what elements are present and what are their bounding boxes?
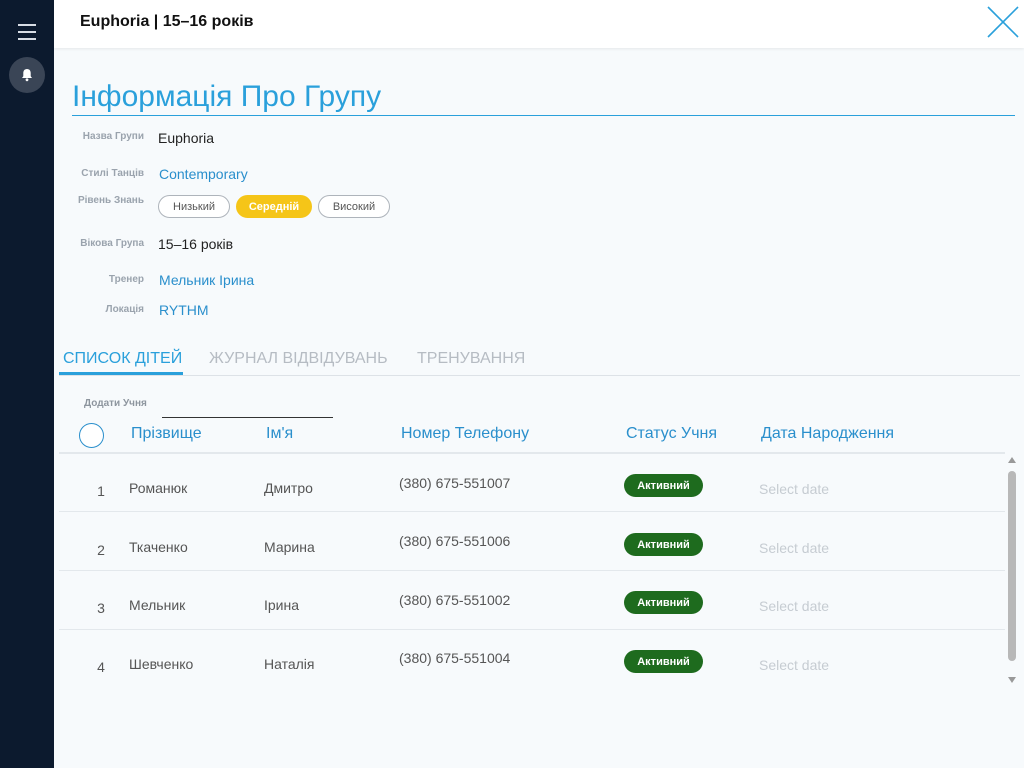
dance-styles-label: Стилі Танців	[81, 168, 144, 179]
name-cell: Наталія	[264, 656, 315, 672]
scroll-up-arrow-icon[interactable]	[1008, 457, 1016, 463]
age-group-value: 15–16 років	[158, 236, 234, 252]
name-cell: Дмитро	[264, 480, 313, 496]
scroll-thumb[interactable]	[1008, 471, 1016, 661]
column-header-name: Ім'я	[266, 425, 294, 442]
group-name-label: Назва Групи	[82, 131, 144, 142]
level-label: Рівень Знань	[77, 195, 144, 206]
phone-cell: (380) 675-551007	[399, 475, 511, 491]
group-name-value: Euphoria	[158, 130, 215, 146]
coach-label: Тренер	[108, 274, 144, 285]
birthdate-picker[interactable]: Select date	[759, 481, 829, 497]
level-option-high[interactable]: Високий	[318, 195, 390, 218]
page-title: Euphoria | 15–16 років	[80, 13, 254, 30]
top-bar: Euphoria | 15–16 років	[54, 0, 1024, 48]
surname-cell: Ткаченко	[129, 539, 188, 555]
status-badge[interactable]: Активний	[624, 474, 703, 497]
phone-cell: (380) 675-551004	[399, 650, 511, 666]
add-student-input[interactable]	[162, 400, 333, 418]
column-header-phone: Номер Телефону	[401, 425, 530, 442]
row-number: 4	[97, 659, 105, 675]
section-divider	[72, 115, 1015, 116]
name-cell: Ірина	[264, 597, 300, 613]
scroll-down-arrow-icon[interactable]	[1008, 677, 1016, 683]
table-scrollbar[interactable]	[1005, 455, 1019, 685]
birthdate-picker[interactable]: Select date	[759, 598, 829, 614]
column-header-birthdate: Дата Народження	[761, 425, 895, 442]
table-row[interactable]: 3 Мельник Ірина (380) 675-551002 Активни…	[59, 571, 1005, 630]
level-option-medium[interactable]: Середній	[236, 195, 312, 218]
tab-attendance-log[interactable]: ЖУРНАЛ ВІДВІДУВАНЬ	[209, 350, 388, 368]
birthdate-picker[interactable]: Select date	[759, 540, 829, 556]
status-badge[interactable]: Активний	[624, 591, 703, 614]
tab-children-list[interactable]: СПИСОК ДІТЕЙ	[63, 350, 182, 368]
surname-cell: Шевченко	[129, 656, 194, 672]
table-row[interactable]: 1 Романюк Дмитро (380) 675-551007 Активн…	[59, 453, 1005, 512]
section-title: Інформація Про Групу	[72, 80, 382, 113]
name-cell: Марина	[264, 539, 315, 555]
location-label: Локація	[105, 304, 144, 315]
table-row[interactable]: 2 Ткаченко Марина (380) 675-551006 Актив…	[59, 512, 1005, 571]
phone-cell: (380) 675-551002	[399, 592, 511, 608]
tab-trainings[interactable]: ТРЕНУВАННЯ	[417, 350, 525, 368]
active-tab-indicator	[59, 372, 183, 375]
row-number: 3	[97, 600, 105, 616]
hamburger-icon[interactable]	[18, 24, 36, 40]
status-badge[interactable]: Активний	[624, 533, 703, 556]
dance-styles-link[interactable]: Contemporary	[159, 166, 248, 182]
birthdate-picker[interactable]: Select date	[759, 657, 829, 673]
surname-cell: Мельник	[129, 597, 186, 613]
select-all-radio[interactable]	[79, 423, 104, 448]
status-badge[interactable]: Активний	[624, 650, 703, 673]
level-option-low[interactable]: Низький	[158, 195, 230, 218]
tabs-divider	[59, 375, 1020, 376]
close-icon	[987, 6, 1019, 38]
coach-link[interactable]: Мельник Ірина	[159, 272, 254, 288]
column-header-status: Статус Учня	[626, 425, 718, 442]
column-header-surname: Прізвище	[131, 425, 202, 442]
table-row[interactable]: 4 Шевченко Наталія (380) 675-551004 Акти…	[59, 630, 1005, 689]
row-number: 2	[97, 542, 105, 558]
notifications-button[interactable]	[9, 57, 45, 93]
location-link[interactable]: RYTHM	[159, 302, 209, 318]
phone-cell: (380) 675-551006	[399, 533, 511, 549]
close-button[interactable]	[986, 5, 1020, 39]
age-group-label: Вікова Група	[80, 238, 144, 249]
bell-icon	[22, 69, 32, 82]
sidebar	[0, 0, 54, 768]
add-student-label: Додати Учня	[84, 398, 147, 409]
row-number: 1	[97, 483, 105, 499]
surname-cell: Романюк	[129, 480, 188, 496]
